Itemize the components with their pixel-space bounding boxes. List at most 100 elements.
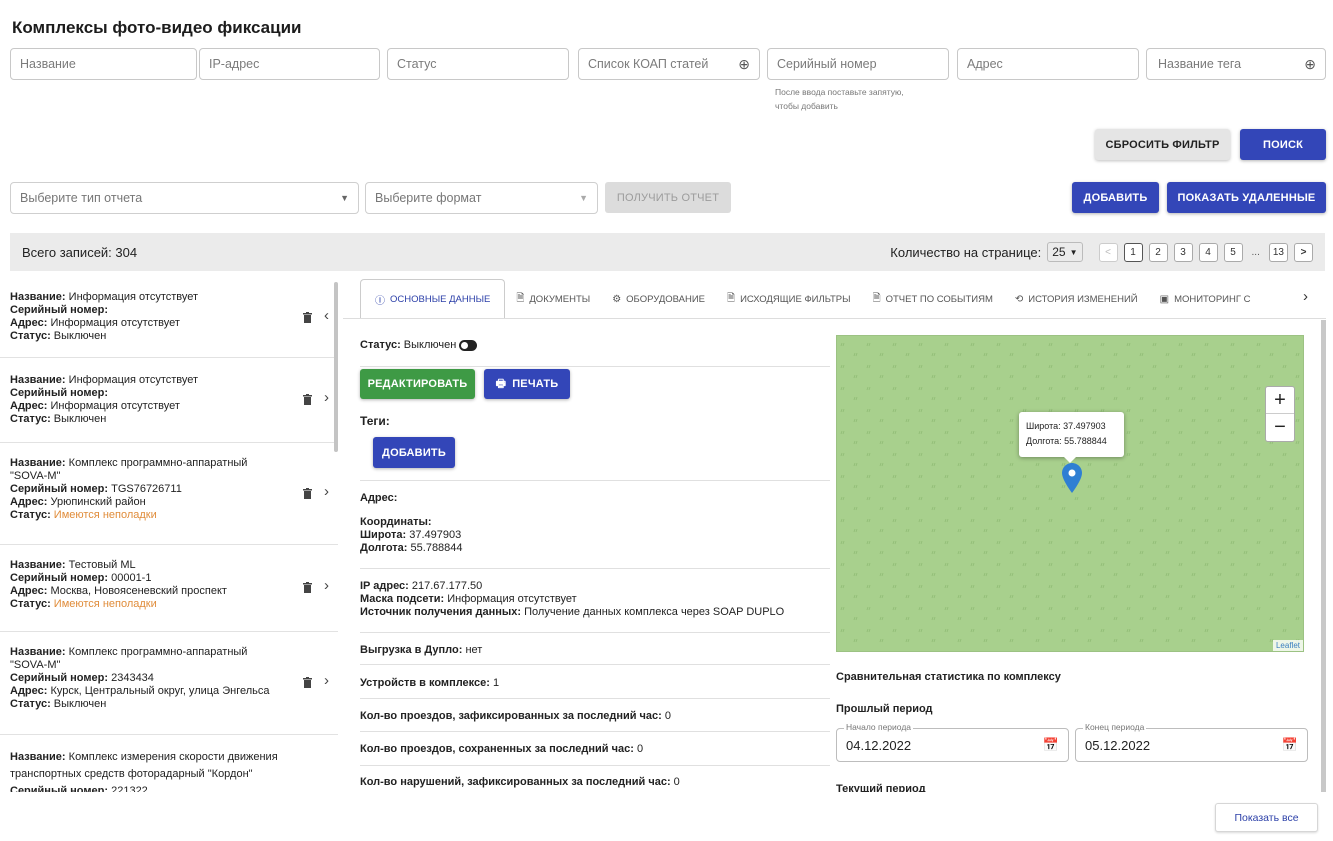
calendar-icon[interactable]: 📅 (1282, 737, 1298, 753)
reset-filter-button[interactable]: СБРОСИТЬ ФИЛЬТР (1095, 129, 1230, 160)
item-name: Информация отсутствует (68, 291, 199, 303)
total-records: Всего записей: 304 (22, 244, 138, 260)
next-page-button[interactable]: > (1294, 242, 1313, 262)
zoom-in-icon[interactable]: ⊕ (738, 56, 750, 73)
violations-value: 0 (673, 776, 680, 788)
zoom-out-button[interactable]: − (1266, 414, 1294, 441)
status-toggle[interactable] (459, 339, 478, 351)
divider (360, 480, 830, 481)
tab-change-history[interactable]: ⟲ ИСТОРИЯ ИЗМЕНЕНИЙ (1004, 279, 1149, 319)
history-icon: ⟲ (1014, 293, 1024, 305)
chevron-right-icon[interactable]: › (324, 578, 329, 593)
calendar-icon[interactable]: 📅 (1043, 737, 1059, 753)
document-icon: 🗎 (516, 292, 525, 304)
item-status: Имеются неполадки (53, 509, 157, 521)
lat-label: Широта: (360, 529, 407, 541)
page-button-4[interactable]: 4 (1198, 242, 1218, 262)
trash-icon[interactable] (303, 677, 312, 688)
add-tag-button[interactable]: ДОБАВИТЬ (373, 437, 455, 468)
search-button[interactable]: ПОИСК (1240, 129, 1326, 160)
trash-icon[interactable] (303, 582, 312, 593)
divider (343, 318, 1326, 319)
get-report-button[interactable]: ПОЛУЧИТЬ ОТЧЕТ (605, 182, 731, 213)
report-type-select[interactable]: Выберите тип отчета ▼ (10, 182, 359, 214)
tag-filter-placeholder: Название тега (1158, 57, 1242, 71)
passes-fixed-label: Кол-во проездов, зафиксированных за посл… (360, 710, 662, 722)
page-button-13[interactable]: 13 (1268, 242, 1288, 262)
tab-outgoing-filters[interactable]: 🗎 ИСХОДЯЩИЕ ФИЛЬТРЫ (716, 279, 862, 319)
list-scrollbar[interactable] (334, 282, 338, 452)
page-button-2[interactable]: 2 (1148, 242, 1168, 262)
serial-filter-input[interactable]: Серийный номер (767, 48, 949, 80)
name-filter-input[interactable]: Название (10, 48, 197, 80)
report-type-placeholder: Выберите тип отчета (20, 191, 143, 205)
page-ellipsis: ... (1251, 246, 1260, 258)
status-filter-input[interactable]: Статус (387, 48, 569, 80)
list-item[interactable]: Название: Информация отсутствует Серийны… (0, 279, 338, 358)
source-value: Получение данных комплекса через SOAP DU… (524, 606, 785, 618)
report-format-select[interactable]: Выберите формат ▼ (365, 182, 598, 214)
page-button-1[interactable]: 1 (1123, 242, 1143, 262)
address-label: Адрес: (10, 400, 48, 412)
detail-main: Статус: Выключен (360, 330, 830, 367)
chevron-right-icon[interactable]: › (1303, 288, 1308, 305)
footer-area-left (0, 792, 343, 841)
edit-button[interactable]: РЕДАКТИРОВАТЬ (360, 369, 475, 399)
tag-filter-input[interactable]: Название тега ⊕ (1146, 48, 1326, 80)
serial-label: Серийный номер: (10, 483, 109, 495)
dropdown-arrow-icon: ▼ (1069, 247, 1078, 257)
list-item[interactable]: Название: Комплекс измерения скорости дв… (0, 735, 338, 792)
period-start-field[interactable]: Начало периода 04.12.2022 📅 (836, 722, 1069, 762)
show-all-button[interactable]: Показать все (1215, 803, 1318, 832)
chevron-right-icon[interactable]: › (324, 390, 329, 405)
map-marker-icon[interactable] (1062, 463, 1082, 493)
name-label: Название: (10, 291, 66, 303)
tab-equipment[interactable]: ⚙ ОБОРУДОВАНИЕ (601, 279, 716, 319)
tab-monitoring[interactable]: ▣ МОНИТОРИНГ С (1149, 279, 1259, 319)
period-end-field[interactable]: Конец периода 05.12.2022 📅 (1075, 722, 1308, 762)
pagination: Количество на странице: 25 ▼ < 1 2 3 4 5 … (890, 242, 1313, 262)
trash-icon[interactable] (303, 312, 312, 323)
ip-filter-input[interactable]: IP-адрес (199, 48, 380, 80)
panel-scrollbar[interactable] (1321, 320, 1326, 792)
page-button-3[interactable]: 3 (1173, 242, 1193, 262)
list-item[interactable]: Название: Комплекс программно-аппаратный… (0, 443, 338, 545)
chevron-right-icon[interactable]: › (324, 484, 329, 499)
print-button[interactable]: 🖶 ПЕЧАТЬ (484, 369, 570, 399)
chevron-left-icon[interactable]: ‹ (324, 308, 329, 323)
footer-area (343, 792, 1326, 841)
list-item[interactable]: Название: Комплекс программно-аппаратный… (0, 632, 338, 735)
complex-list: Название: Информация отсутствует Серийны… (0, 279, 338, 792)
tab-label: ОСНОВНЫЕ ДАННЫЕ (390, 294, 491, 305)
trash-icon[interactable] (303, 487, 312, 499)
map[interactable]: + − Широта: 37.497903 Долгота: 55.788844… (836, 335, 1304, 652)
passes-saved-label: Кол-во проездов, сохраненных за последни… (360, 743, 634, 755)
show-deleted-button[interactable]: ПОКАЗАТЬ УДАЛЕННЫЕ (1167, 182, 1326, 213)
ip-value: 217.67.177.50 (411, 580, 483, 592)
filter-icon: 🗎 (727, 292, 736, 304)
map-attribution[interactable]: Leaflet (1272, 640, 1303, 651)
violations-row: Кол-во нарушений, зафиксированных за пос… (360, 776, 680, 788)
ip-filter-placeholder: IP-адрес (209, 57, 260, 71)
address-filter-input[interactable]: Адрес (957, 48, 1139, 80)
trash-icon[interactable] (303, 394, 312, 405)
add-button[interactable]: ДОБАВИТЬ (1072, 182, 1159, 213)
tab-label: ДОКУМЕНТЫ (529, 293, 591, 305)
per-page-select[interactable]: 25 ▼ (1047, 242, 1083, 262)
list-item[interactable]: Название: Тестовый ML Серийный номер: 00… (0, 545, 338, 632)
koap-filter-input[interactable]: Список КОАП статей ⊕ (578, 48, 760, 80)
tab-documents[interactable]: 🗎 ДОКУМЕНТЫ (505, 279, 601, 319)
map-texture (837, 336, 1303, 651)
info-icon: ⓘ (375, 296, 385, 307)
page-button-5[interactable]: 5 (1223, 242, 1243, 262)
tab-event-report[interactable]: 🗎 ОТЧЕТ ПО СОБЫТИЯМ (862, 279, 1004, 319)
item-address: Москва, Новоясеневский проспект (50, 585, 227, 597)
item-serial: 221322 (111, 785, 148, 792)
zoom-in-icon[interactable]: ⊕ (1304, 56, 1316, 73)
chevron-right-icon[interactable]: › (324, 673, 329, 688)
prev-page-button[interactable]: < (1098, 242, 1118, 262)
zoom-in-button[interactable]: + (1266, 387, 1294, 414)
stats-title: Сравнительная статистика по комплексу (836, 671, 1061, 683)
list-item[interactable]: Название: Информация отсутствует Серийны… (0, 358, 338, 443)
tab-main-data[interactable]: ⓘ ОСНОВНЫЕ ДАННЫЕ (360, 279, 506, 319)
